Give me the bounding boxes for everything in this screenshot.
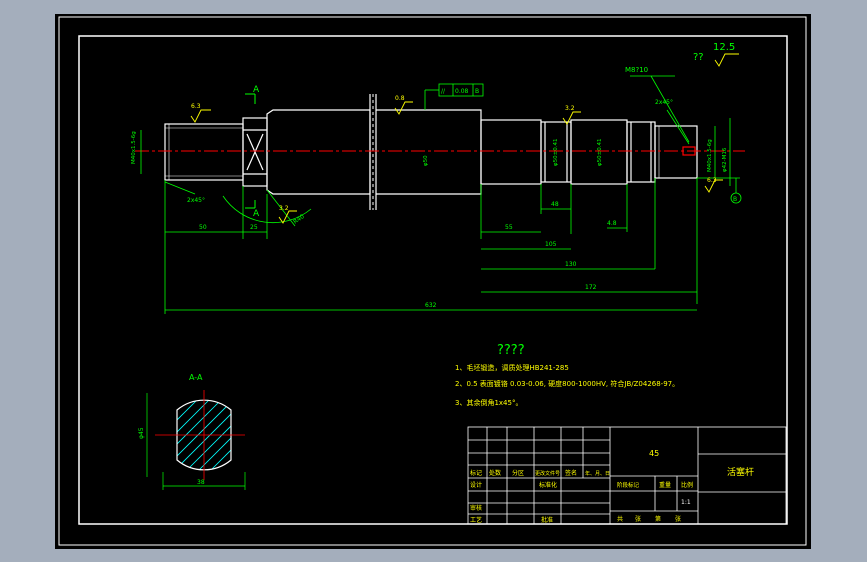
chamfer-right-label: 2x45°	[655, 99, 673, 106]
step-1	[480, 119, 542, 185]
roughness-value-2: 0.8	[395, 95, 405, 102]
datum-label: B	[733, 196, 737, 203]
dimension-lines	[140, 75, 742, 314]
roughness-symbol-1	[190, 109, 211, 123]
main-body-right	[376, 109, 482, 195]
dim-48: 48	[551, 201, 559, 208]
header-cell-0: 标记	[470, 469, 482, 477]
section-marker-bottom: A	[245, 200, 260, 219]
tolerance-value: 0.08	[455, 88, 469, 95]
header-cell-2: 分区	[512, 469, 524, 477]
notes-heading: ????	[497, 343, 525, 358]
row-design-standard: 标准化	[539, 481, 557, 489]
stage-mark: 阶段标记	[617, 481, 640, 489]
tolerance-symbol: //	[441, 88, 446, 95]
roughness-symbol-2	[394, 101, 413, 115]
main-body-left	[266, 109, 371, 195]
note-line-1: 1、毛坯锻造，调质处理HB241-285	[455, 363, 569, 372]
row-craft-label: 工艺	[470, 516, 482, 524]
roughness-value-5: 6.3	[707, 177, 717, 184]
drawing-sheet: A A 50 25 55 105 130 172 632 48 4.8 2x45…	[55, 14, 811, 549]
outer-border	[58, 16, 807, 546]
header-cell-5: 年、月、日	[585, 470, 610, 477]
sheet-unit-1: 张	[635, 515, 641, 523]
section-view: φ45 38	[138, 390, 246, 490]
roughness-general-value: 12.5	[713, 42, 735, 53]
thread-end-left	[164, 123, 244, 181]
header-cell-1: 处数	[489, 469, 501, 477]
section-title: A-A	[189, 373, 203, 382]
scale-value: 1:1	[681, 499, 691, 506]
scale-label: 比例	[681, 481, 693, 489]
dim-55: 55	[505, 224, 513, 231]
section-letter-bottom: A	[253, 209, 260, 219]
note-line-2: 2、0.5 表面镀铬 0.03-0.06, 硬度800-1000HV, 符合JB…	[455, 379, 679, 388]
right-end-label: φ42-M16	[722, 147, 728, 172]
header-cell-3: 更改文件号	[535, 470, 560, 477]
sheet-total: 共	[617, 515, 623, 523]
section-letter-top: A	[253, 85, 260, 95]
tolerance-datum: B	[475, 88, 479, 95]
note-line-3: 3、其余倒角1x45°。	[455, 398, 522, 407]
chamfer-left-label: 2x45°	[187, 197, 205, 204]
roughness-symbol-3	[562, 111, 581, 125]
roughness-value-4: 3.2	[279, 205, 289, 212]
dim-total: 632	[425, 302, 437, 309]
right-thread-label: M40x1.5-6g	[707, 139, 713, 172]
section-marker-top: A	[245, 85, 260, 104]
title-block-texts: 45 活塞杆 标记 处数 分区 更改文件号 签名 年、月、日 设计 标准化 审核…	[470, 449, 754, 524]
header-cell-4: 签名	[565, 469, 577, 477]
cad-drawing: A A 50 25 55 105 130 172 632 48 4.8 2x45…	[58, 16, 807, 546]
weight-label: 重量	[659, 481, 671, 489]
dimension-texts: 50 25 55 105 130 172 632 48 4.8 2x45° 2x…	[131, 99, 728, 309]
shaft-outline	[164, 94, 698, 210]
roughness-value-1: 6.3	[191, 103, 201, 110]
row-check-label: 审核	[470, 504, 482, 512]
diameter-main-label: φ50	[423, 155, 429, 166]
left-thread-label: M40x1.5-6g	[131, 131, 137, 164]
tolerance-frame-text: // 0.08 B	[441, 88, 479, 95]
row-craft-approve: 批准	[541, 516, 553, 524]
dim-105: 105	[545, 241, 557, 248]
dim-25: 25	[250, 224, 258, 231]
diameter-right-step-label: φ50±0.41	[597, 139, 603, 166]
roughness-value-3: 3.2	[565, 105, 575, 112]
dim-172: 172	[585, 284, 597, 291]
right-end	[654, 125, 698, 179]
technical-notes: ???? 1、毛坯锻造，调质处理HB241-285 2、0.5 表面镀铬 0.0…	[455, 343, 679, 407]
sheet-unit-2: 张	[675, 515, 681, 523]
section-dia-label: φ45	[138, 427, 145, 439]
dim-50: 50	[199, 224, 207, 231]
thread-callout: M8?10	[625, 66, 648, 74]
radius-label: R40	[292, 213, 306, 226]
row-design-label: 设计	[470, 481, 482, 489]
dim-40: 4.8	[607, 220, 617, 227]
section-width-label: 38	[197, 479, 205, 486]
inner-frame	[78, 35, 788, 525]
roughness-general-symbol	[714, 53, 739, 67]
part-name: 活塞杆	[727, 466, 754, 478]
roughness-general-prefix: ??	[693, 52, 704, 63]
diameter-mid-label: φ50±0.41	[553, 139, 559, 166]
material: 45	[649, 449, 659, 458]
dim-130: 130	[565, 261, 577, 268]
sheet-number: 第	[655, 515, 661, 523]
